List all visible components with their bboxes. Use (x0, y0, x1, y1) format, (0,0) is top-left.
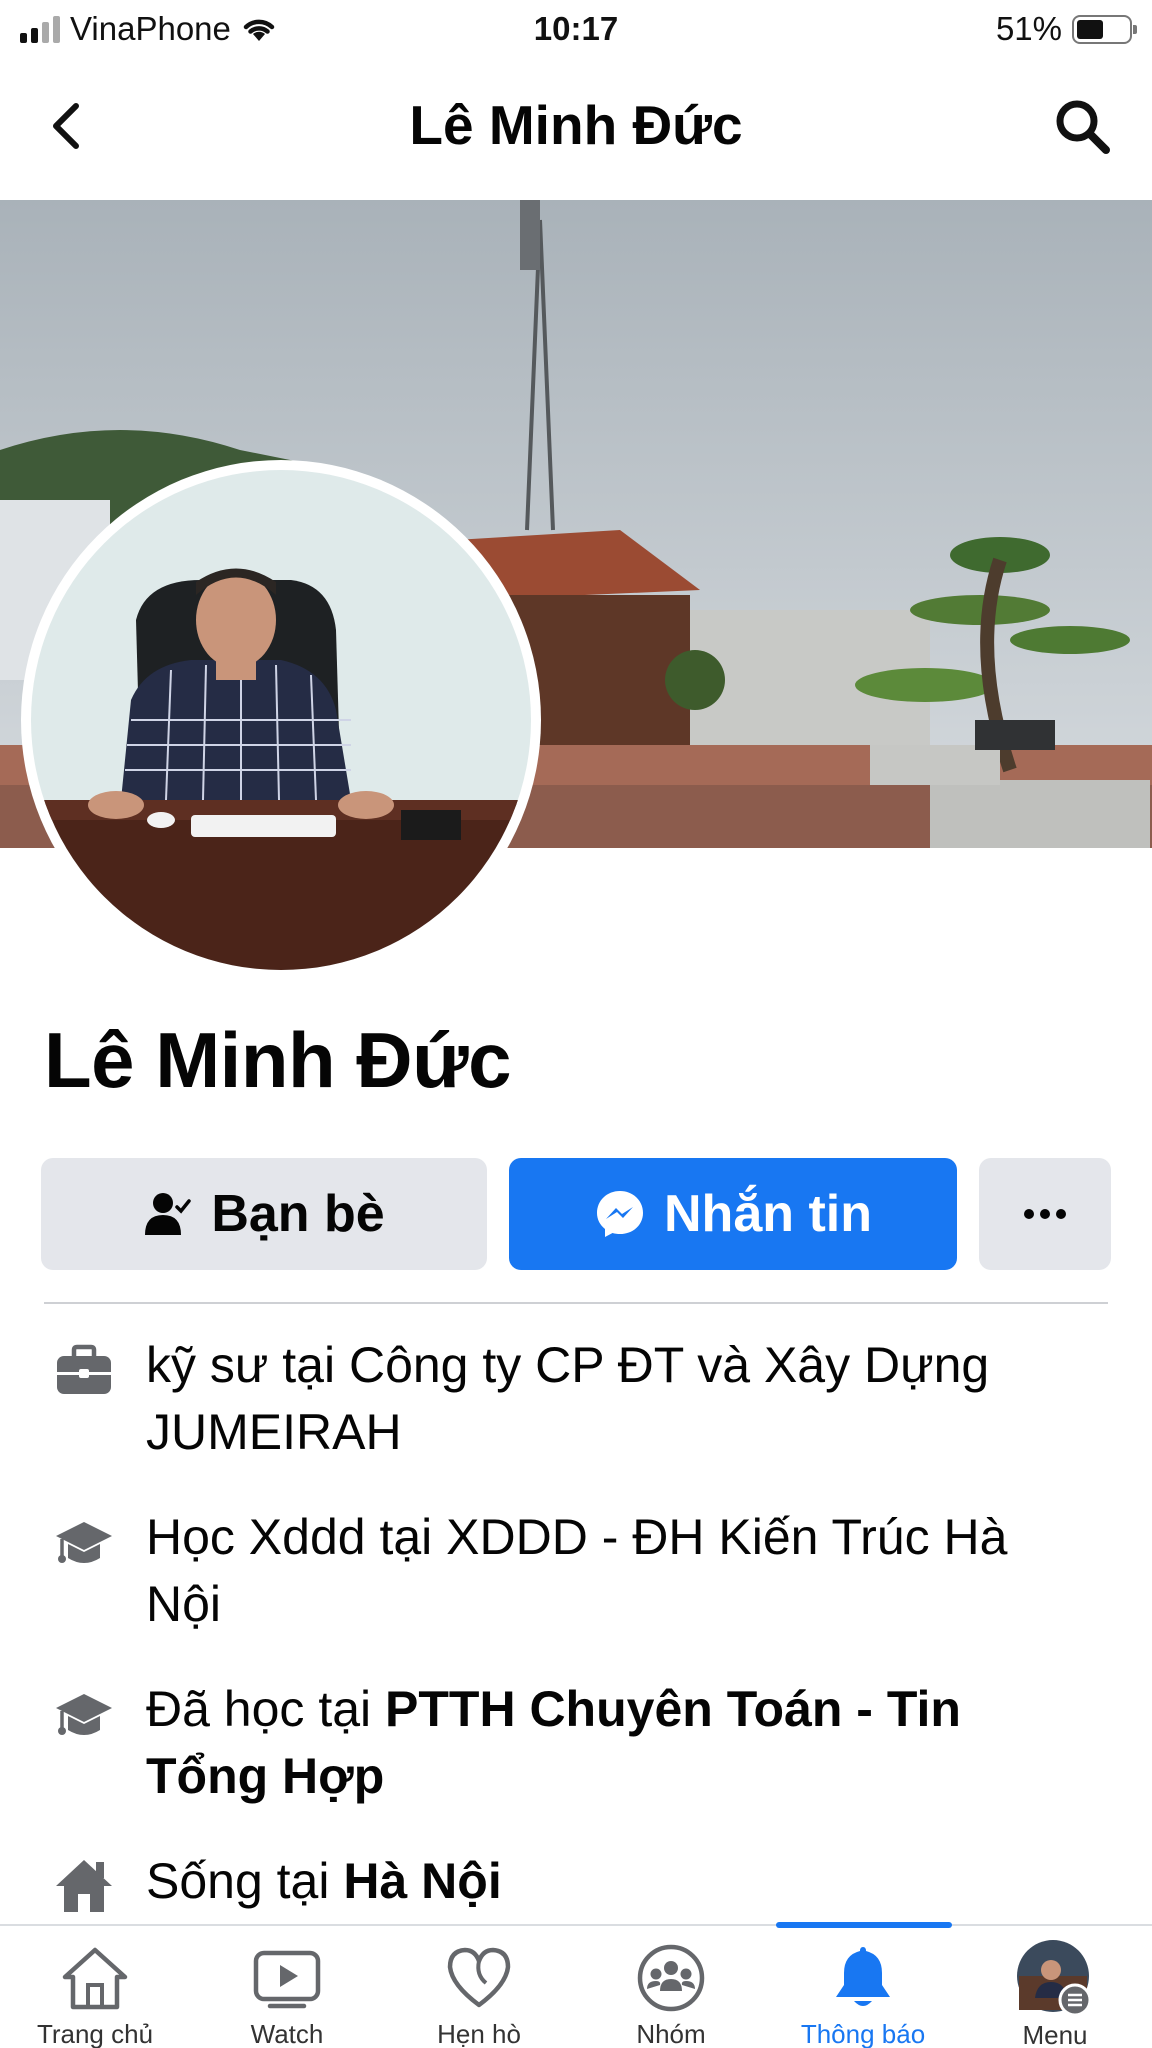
nav-menu-label: Menu (1022, 2020, 1088, 2048)
home-icon (56, 1860, 112, 1912)
friends-button-label: Bạn bè (211, 1185, 385, 1243)
status-right: 51% (995, 10, 1137, 48)
chevron-left-icon[interactable] (42, 96, 92, 156)
avatar[interactable] (21, 460, 541, 980)
education-text: Học Xddd tại XDDD - ĐH Kiến Trúc Hà Nội (146, 1509, 1008, 1632)
battery-icon (1072, 14, 1137, 44)
school-prefix: Đã học tại (146, 1681, 386, 1737)
search-icon[interactable] (1048, 92, 1118, 162)
carrier-name: VinaPhone (70, 10, 231, 47)
graduation-cap-icon (56, 1522, 112, 1563)
nav-groups-label: Nhóm (636, 2019, 706, 2048)
more-dots-icon (1024, 1209, 1066, 1219)
battery-percent: 51% (995, 10, 1062, 47)
heart-icon (439, 1938, 519, 2017)
nav-home[interactable]: Trang chủ (0, 1926, 190, 2048)
school-text: Đã học tại PTTH Chuyên Toán - Tin Tổng H… (146, 1676, 1096, 1810)
nav-dating[interactable]: Hẹn hò (384, 1926, 574, 2048)
briefcase-icon (57, 1344, 111, 1394)
status-left: VinaPhone (20, 10, 440, 48)
video-play-icon (247, 1938, 327, 2017)
profile-actions: Bạn bè Nhắn tin (41, 1158, 1111, 1270)
location-prefix: Sống tại (146, 1853, 344, 1909)
wifi-icon (243, 19, 275, 41)
profile-picture[interactable] (31, 470, 531, 970)
message-button[interactable]: Nhắn tin (509, 1158, 957, 1270)
nav-notifications[interactable]: Thông báo (768, 1926, 958, 2048)
nav-menu[interactable]: Menu (960, 1926, 1150, 2048)
friends-button[interactable]: Bạn bè (41, 1158, 487, 1270)
nav-groups[interactable]: Nhóm (576, 1926, 766, 2048)
groups-icon (631, 1938, 711, 2017)
divider (44, 1302, 1108, 1304)
nav-notifications-label: Thông báo (800, 2019, 926, 2048)
nav-watch-label: Watch (250, 2019, 324, 2048)
nav-dating-label: Hẹn hò (437, 2019, 521, 2048)
profile-header: Lê Minh Đức (0, 70, 1152, 180)
bottom-nav: Trang chủ Watch Hẹn hò Nhóm Thông báo Me… (0, 1922, 1152, 2048)
profile-name: Lê Minh Đức (44, 1016, 512, 1104)
home-outline-icon (55, 1938, 135, 2017)
signal-icon (20, 15, 60, 43)
profile-avatar-icon (1015, 1938, 1095, 2018)
battery-fill (1077, 19, 1103, 39)
message-button-label: Nhắn tin (664, 1185, 872, 1243)
bell-icon (823, 1938, 903, 2017)
status-bar: VinaPhone 10:17 51% (0, 0, 1152, 58)
graduation-cap-icon (56, 1694, 112, 1735)
messenger-icon (597, 1191, 643, 1237)
nav-watch[interactable]: Watch (192, 1926, 382, 2048)
friend-check-icon (145, 1193, 192, 1235)
header-title: Lê Minh Đức (409, 94, 743, 156)
work-text: kỹ sư tại Công ty CP ĐT và Xây Dựng JUME… (146, 1337, 990, 1460)
more-options-button[interactable] (979, 1158, 1111, 1270)
nav-home-label: Trang chủ (36, 2019, 154, 2048)
location-name[interactable]: Hà Nội (343, 1853, 501, 1909)
location-text: Sống tại Hà Nội (146, 1848, 1096, 1915)
